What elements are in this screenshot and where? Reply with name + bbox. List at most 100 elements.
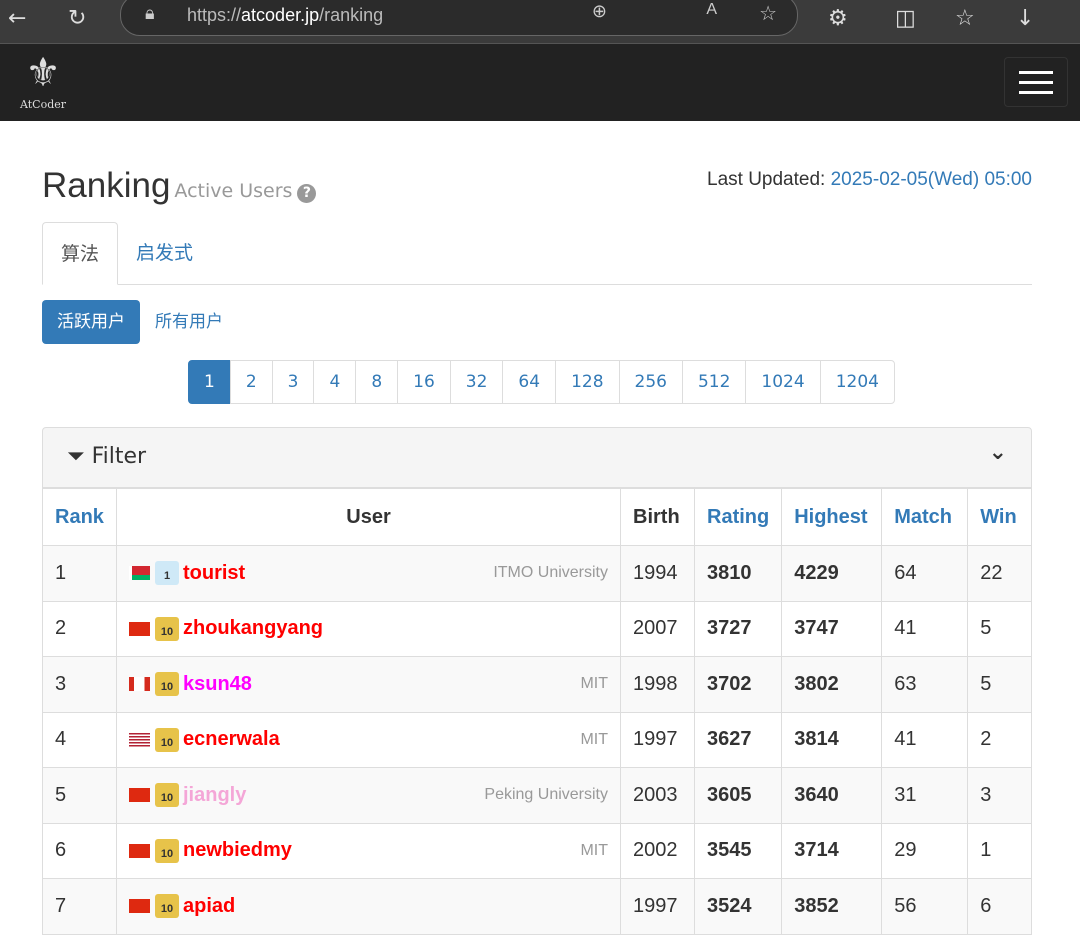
favorites-icon[interactable]: ☆ [955, 6, 975, 31]
country-flag-icon [129, 621, 150, 636]
header-match[interactable]: Match [881, 488, 969, 546]
tabs: 算法 启发式 [42, 222, 1032, 285]
atcoder-logo[interactable]: ⚜ AtCoder [4, 48, 82, 118]
affiliation: MIT [580, 841, 608, 859]
username-link[interactable]: jiangly [183, 784, 246, 807]
url-host: atcoder.jp [241, 4, 320, 25]
header-rating[interactable]: Rating [693, 488, 783, 546]
page-link[interactable]: 1204 [819, 360, 895, 404]
page-link[interactable]: 1 [188, 360, 231, 404]
affiliation: ITMO University [493, 564, 608, 582]
rating: 3627 [693, 711, 783, 768]
ranking-table: Rank User Birth Rating Highest Match Win… [42, 488, 1032, 935]
birth: 2002 [620, 822, 695, 879]
affiliation: MIT [580, 730, 608, 748]
country-flag-icon [129, 843, 150, 858]
updated-label: Last Updated: [707, 169, 826, 190]
filter-panel[interactable]: ⏷ Filter ⌄ [42, 427, 1032, 488]
url-path: /ranking [319, 4, 384, 25]
all-users-button[interactable]: 所有用户 [140, 300, 238, 344]
pagination: 1 2 3 4 8 16 32 64 128 256 512 1024 1204 [188, 360, 895, 404]
highest: 4229 [781, 545, 883, 602]
win: 5 [967, 656, 1032, 713]
username-link[interactable]: apiad [183, 895, 235, 918]
table-row: 4 10 ecnerwala MIT 1997 3627 3814 41 2 [42, 711, 1032, 768]
username-link[interactable]: ecnerwala [183, 728, 280, 751]
birth: 1997 [620, 711, 695, 768]
username-link[interactable]: zhoukangyang [183, 617, 323, 640]
crown-badge-icon: 10 [155, 838, 179, 863]
page-link[interactable]: 16 [397, 360, 451, 404]
page-link[interactable]: 256 [618, 360, 683, 404]
rating: 3702 [693, 656, 783, 713]
table-row: 3 10 ksun48 MIT 1998 3702 3802 63 5 [42, 656, 1032, 713]
tab-algorithm[interactable]: 算法 [42, 222, 119, 285]
rank: 5 [42, 767, 117, 824]
zoom-icon[interactable]: ⊕ [592, 1, 607, 22]
read-aloud-icon[interactable]: A [706, 1, 717, 19]
page-link[interactable]: 128 [555, 360, 620, 404]
page-link[interactable]: 4 [313, 360, 357, 404]
updated-link[interactable]: 2025-02-05(Wed) 05:00 [831, 169, 1032, 190]
crown-badge-icon: 10 [155, 672, 179, 697]
menu-toggle-button[interactable] [1004, 57, 1068, 107]
split-screen-icon[interactable]: ◫ [895, 6, 916, 31]
page-link[interactable]: 1024 [745, 360, 821, 404]
rank: 7 [42, 878, 117, 935]
page-subtitle: Active Users [174, 180, 293, 202]
username-link[interactable]: newbiedmy [183, 839, 292, 862]
address-bar[interactable]: 🔒︎ https://atcoder.jp/ranking ☆ A ⊕ [120, 0, 798, 36]
win: 1 [967, 822, 1032, 879]
crest-icon: ⚜ [25, 50, 61, 96]
chevron-down-icon[interactable]: ⌄ [989, 440, 1007, 465]
active-users-button[interactable]: 活跃用户 [42, 300, 140, 344]
table-row: 1 1 tourist ITMO University 1994 3810 4229… [42, 545, 1032, 602]
page-link[interactable]: 64 [502, 360, 557, 404]
country-flag-icon [129, 677, 150, 692]
page-link[interactable]: 512 [681, 360, 747, 404]
highest: 3640 [781, 767, 883, 824]
page-title: Ranking [42, 166, 171, 205]
highest: 3802 [781, 656, 883, 713]
download-icon[interactable]: ↓ [1016, 6, 1034, 31]
username-link[interactable]: tourist [183, 562, 245, 585]
rank: 6 [42, 822, 117, 879]
header-win[interactable]: Win [967, 488, 1032, 546]
match: 29 [881, 822, 969, 879]
affiliation: MIT [580, 675, 608, 693]
filter-icon: ⏷ [67, 444, 85, 469]
page-link[interactable]: 8 [355, 360, 399, 404]
crown-badge-icon: 10 [155, 727, 179, 752]
back-icon[interactable]: ← [8, 6, 26, 31]
highest: 3714 [781, 822, 883, 879]
match: 41 [881, 600, 969, 657]
tab-heuristic[interactable]: 启发式 [118, 222, 211, 285]
extensions-icon[interactable]: ⚙ [828, 6, 848, 31]
highest: 3747 [781, 600, 883, 657]
reload-icon[interactable]: ↻ [68, 6, 86, 31]
username-link[interactable]: ksun48 [183, 673, 252, 696]
header-highest[interactable]: Highest [781, 488, 883, 546]
table-row: 2 10 zhoukangyang 2007 3727 3747 41 5 [42, 600, 1032, 657]
favorite-star-icon[interactable]: ☆ [759, 1, 777, 26]
match: 31 [881, 767, 969, 824]
page-link[interactable]: 32 [449, 360, 504, 404]
header-user: User [116, 488, 621, 546]
affiliation: Peking University [484, 786, 608, 804]
help-icon[interactable]: ? [297, 184, 317, 203]
country-flag-icon [129, 899, 150, 914]
rating: 3810 [693, 545, 783, 602]
page-link[interactable]: 3 [271, 360, 315, 404]
table-row: 6 10 newbiedmy MIT 2002 3545 3714 29 1 [42, 822, 1032, 879]
crown-badge-icon: 10 [155, 616, 179, 641]
rating: 3524 [693, 878, 783, 935]
highest: 3814 [781, 711, 883, 768]
country-flag-icon [129, 566, 150, 581]
page-link[interactable]: 2 [229, 360, 273, 404]
crown-badge-icon: 10 [155, 894, 179, 919]
rank: 3 [42, 656, 117, 713]
header-rank[interactable]: Rank [42, 488, 117, 546]
lock-icon: 🔒︎ [145, 3, 155, 23]
country-flag-icon [129, 732, 150, 747]
navbar: ⚜ AtCoder [0, 44, 1080, 121]
